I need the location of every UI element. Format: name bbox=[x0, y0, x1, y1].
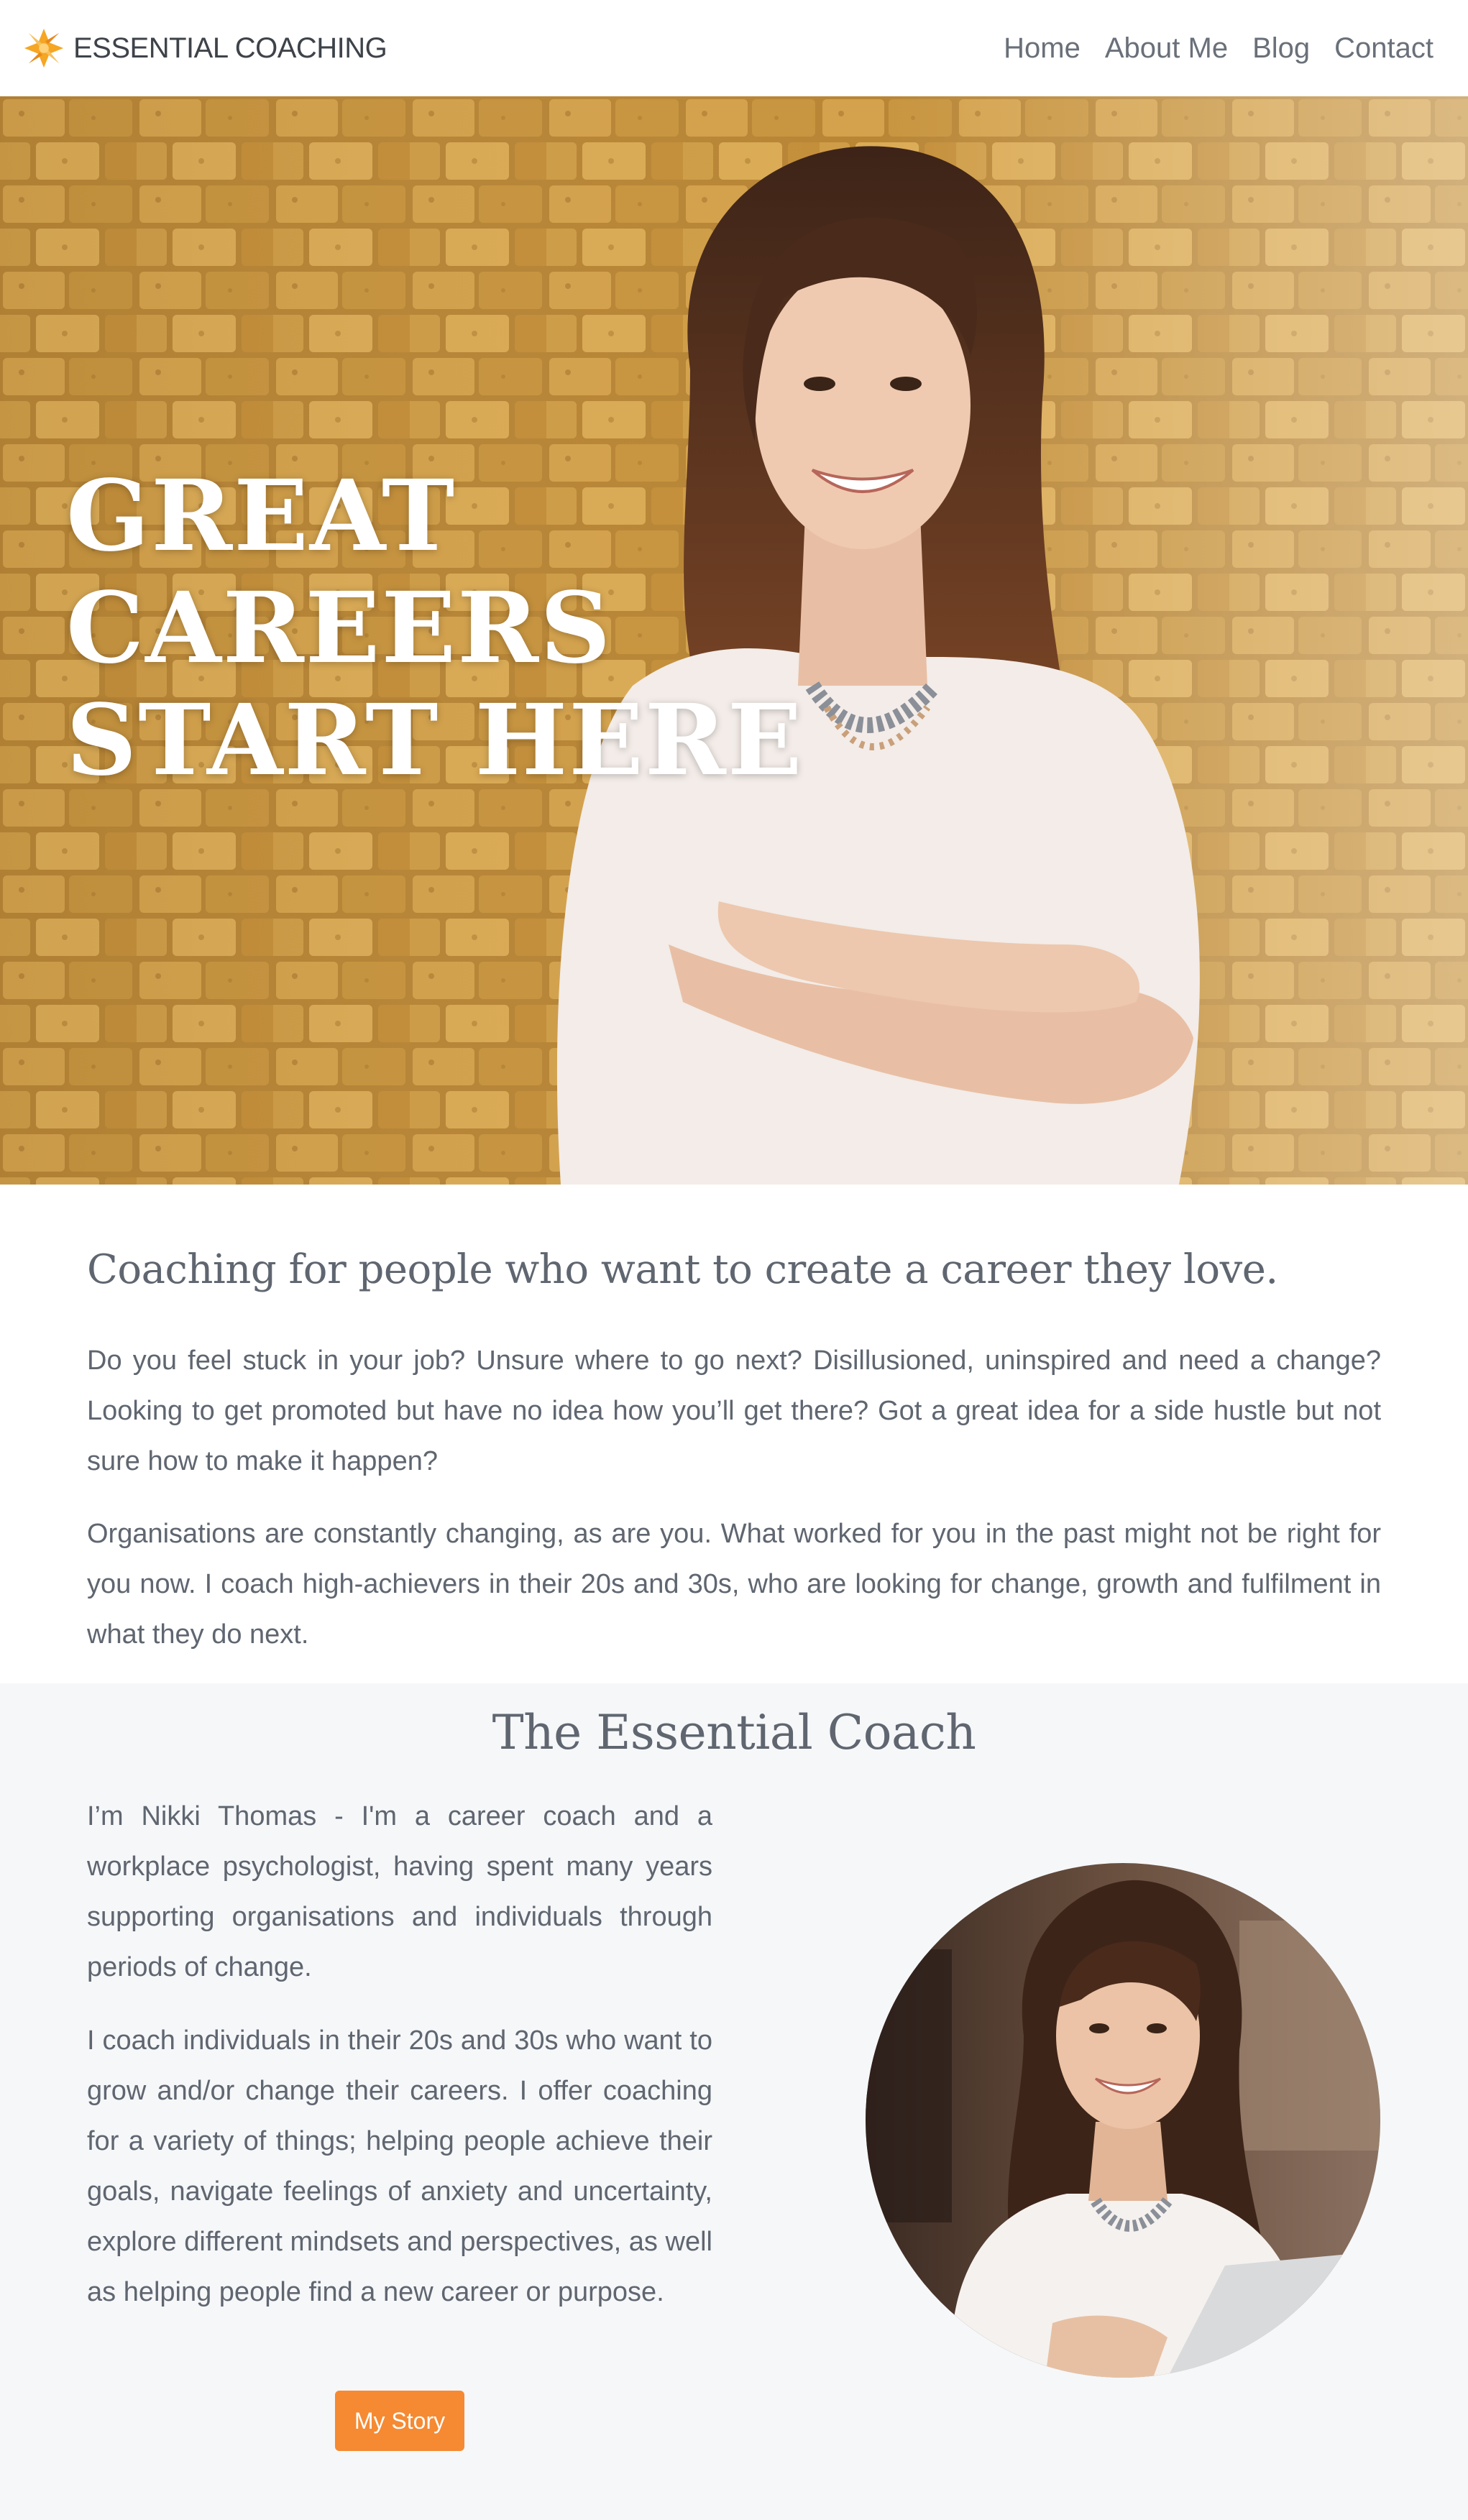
star-logo-icon bbox=[24, 28, 64, 68]
nav-home-link[interactable]: Home bbox=[1004, 32, 1081, 65]
my-story-button[interactable]: My Story bbox=[335, 2391, 464, 2451]
brand[interactable]: ESSENTIAL COACHING bbox=[22, 26, 387, 70]
coach-portrait bbox=[866, 1863, 1380, 2378]
hero-title-line-2: CAREERS bbox=[66, 571, 613, 686]
about-paragraph-2: I coach individuals in their 20s and 30s… bbox=[87, 2025, 712, 2307]
nav-blog-link[interactable]: Blog bbox=[1252, 32, 1310, 65]
intro-heading: Coaching for people who want to create a… bbox=[87, 1246, 1278, 1293]
coach-portrait-photo bbox=[866, 1863, 1380, 2378]
top-navbar: ESSENTIAL COACHING Home About Me Blog Co… bbox=[0, 0, 1468, 96]
about-heading: The Essential Coach bbox=[492, 1705, 976, 1760]
hero-title-line-3: START HERE bbox=[66, 683, 804, 798]
main-menu: Home About Me Blog Contact bbox=[1004, 32, 1433, 65]
intro-paragraph-1: Do you feel stuck in your job? Unsure wh… bbox=[87, 1346, 1381, 1476]
intro-section: Coaching for people who want to create a… bbox=[0, 1185, 1468, 1683]
hero-title-line-1: GREAT bbox=[66, 459, 457, 574]
brand-name: ESSENTIAL COACHING bbox=[73, 32, 387, 64]
hero-banner: GREAT CAREERS START HERE bbox=[0, 96, 1468, 1185]
hero-title: GREAT CAREERS START HERE bbox=[66, 459, 804, 798]
intro-paragraph-2: Organisations are constantly changing, a… bbox=[87, 1519, 1381, 1650]
nav-contact-link[interactable]: Contact bbox=[1334, 32, 1433, 65]
nav-about-link[interactable]: About Me bbox=[1105, 32, 1228, 65]
about-section: The Essential Coach I’m Nikki Thomas - I… bbox=[0, 1683, 1468, 2520]
about-paragraph-1: I’m Nikki Thomas - I'm a career coach an… bbox=[87, 1801, 712, 1982]
